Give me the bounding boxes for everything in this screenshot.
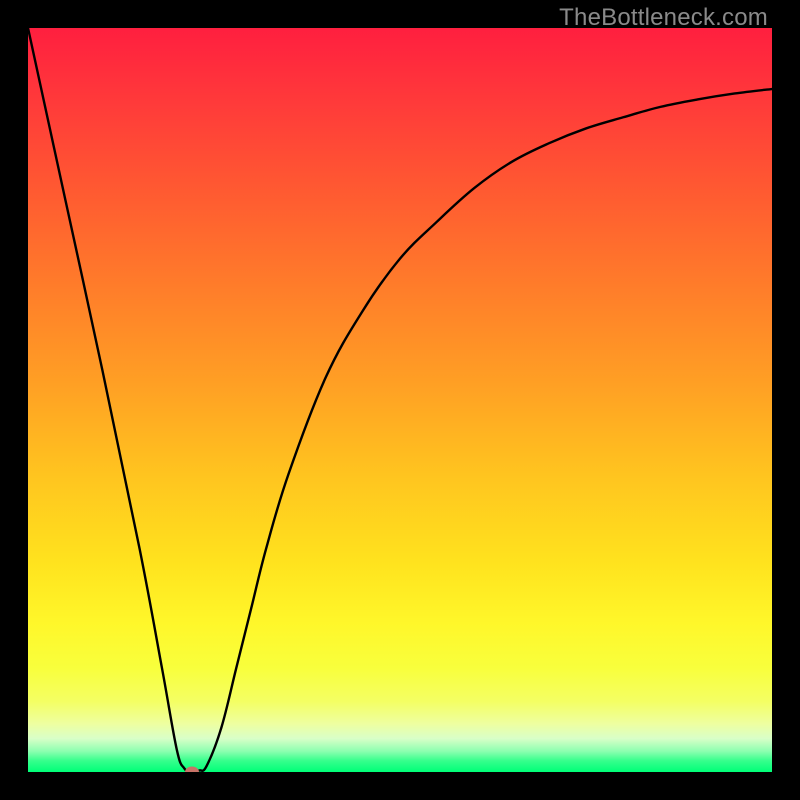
plot-area bbox=[28, 28, 772, 772]
minimum-dot bbox=[185, 767, 199, 773]
background-gradient bbox=[28, 28, 772, 772]
chart-frame: TheBottleneck.com bbox=[0, 0, 800, 800]
